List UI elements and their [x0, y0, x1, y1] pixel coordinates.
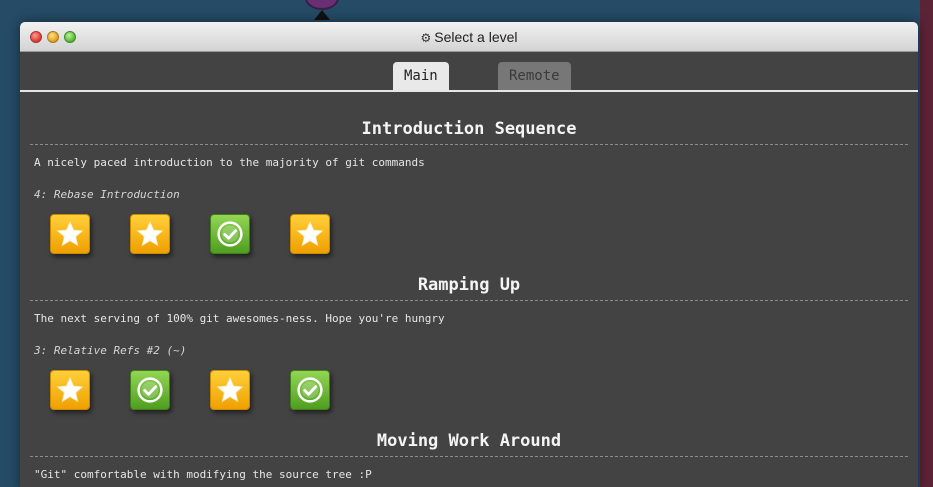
top-avatar-node	[305, 0, 339, 10]
level-icon-row	[20, 370, 918, 411]
section-title: Ramping Up	[30, 273, 908, 301]
level-button-star[interactable]	[210, 370, 250, 410]
level-button-completed[interactable]	[290, 370, 330, 410]
section-moving-work-around: Moving Work Around "Git" comfortable wit…	[20, 429, 918, 482]
window-titlebar: ⚙ Select a level	[20, 22, 918, 52]
level-button-star[interactable]	[50, 370, 90, 410]
window-title-wrap: ⚙ Select a level	[20, 22, 918, 52]
pointer-arrow-icon	[314, 10, 330, 20]
star-icon	[296, 220, 324, 247]
background-right-strip	[920, 0, 933, 487]
section-title: Introduction Sequence	[30, 117, 908, 145]
star-icon	[56, 376, 84, 403]
check-icon	[297, 377, 323, 403]
check-icon	[137, 377, 163, 403]
tab-bar: Main Remote	[20, 52, 918, 92]
tab-remote[interactable]: Remote	[498, 62, 571, 90]
section-title: Moving Work Around	[30, 429, 908, 457]
gear-icon: ⚙	[420, 31, 432, 45]
window-title: Select a level	[434, 29, 518, 45]
star-icon	[216, 376, 244, 403]
star-icon	[136, 220, 164, 247]
level-button-completed[interactable]	[130, 370, 170, 410]
section-description: The next serving of 100% git awesomes-ne…	[34, 312, 445, 325]
section-current-level: 3: Relative Refs #2 (~)	[34, 344, 187, 357]
level-button-star[interactable]	[290, 214, 330, 254]
level-button-star[interactable]	[50, 214, 90, 254]
level-icon-row	[20, 214, 918, 255]
section-description: "Git" comfortable with modifying the sou…	[34, 468, 372, 481]
section-introduction-sequence: Introduction Sequence A nicely paced int…	[20, 117, 918, 255]
tab-main[interactable]: Main	[393, 62, 449, 90]
section-description: A nicely paced introduction to the major…	[34, 156, 425, 169]
level-button-completed[interactable]	[210, 214, 250, 254]
level-button-star[interactable]	[130, 214, 170, 254]
check-icon	[217, 221, 243, 247]
level-select-window: ⚙ Select a level Main Remote Introduction…	[20, 22, 918, 487]
section-current-level: 4: Rebase Introduction	[34, 188, 180, 201]
star-icon	[56, 220, 84, 247]
section-ramping-up: Ramping Up The next serving of 100% git …	[20, 273, 918, 411]
